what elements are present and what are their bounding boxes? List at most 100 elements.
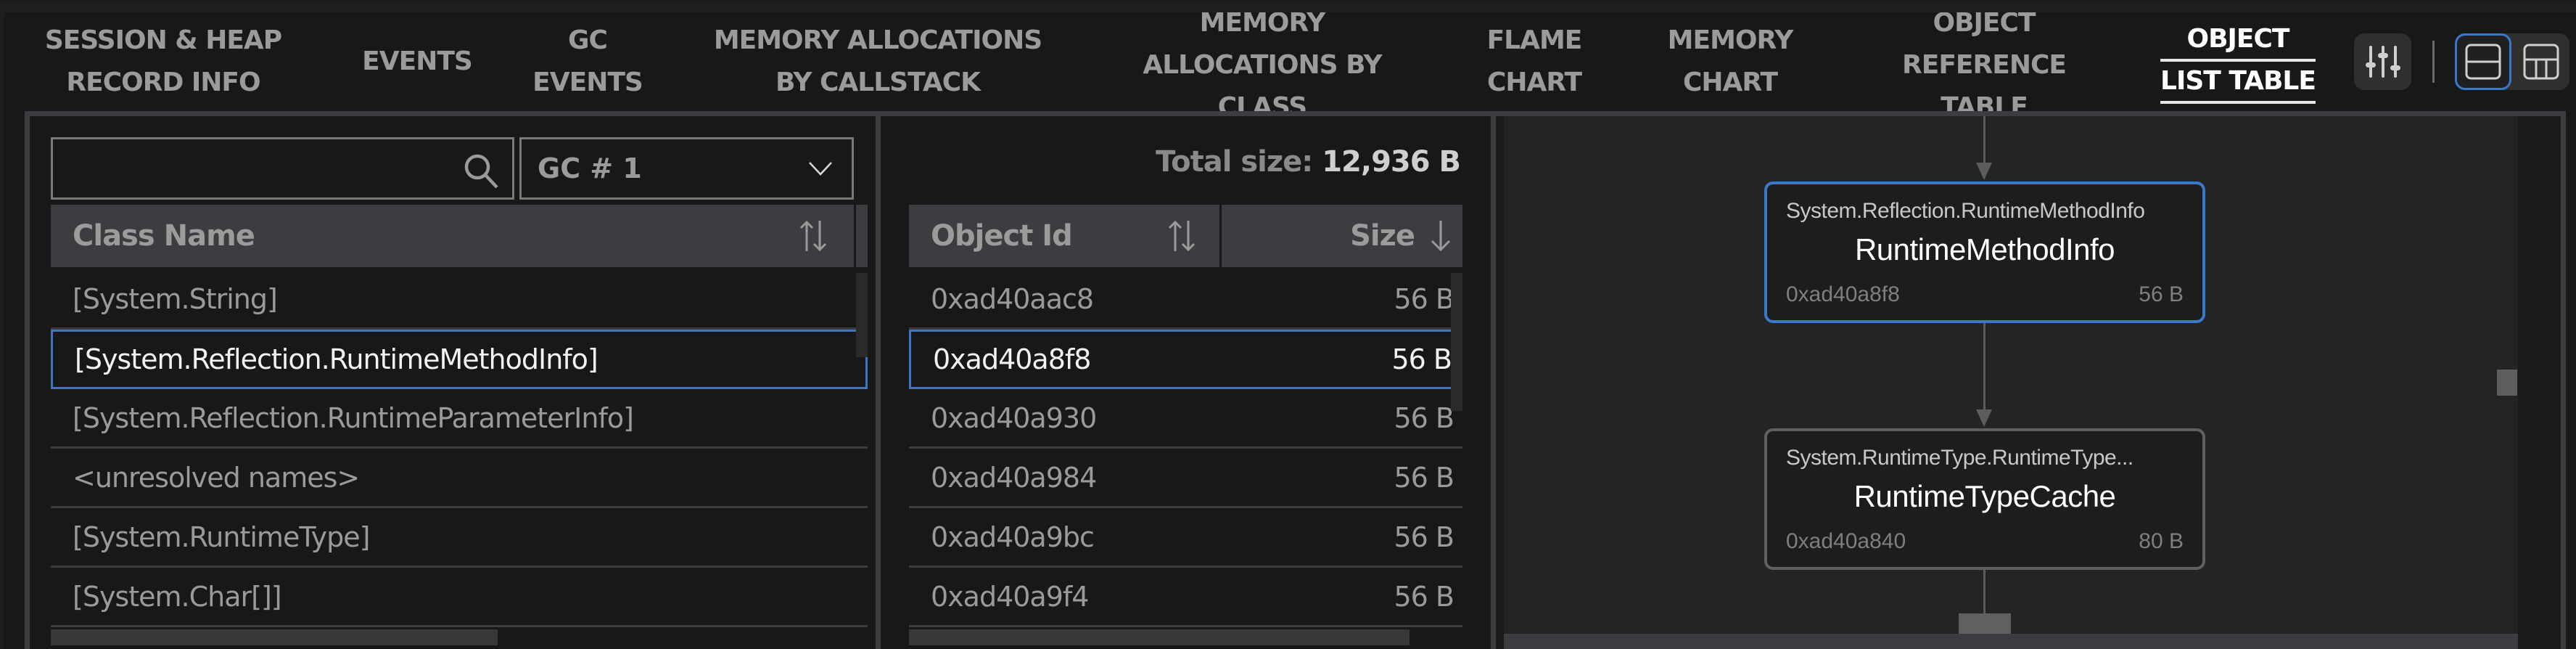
class-name-cell: [System.Reflection.RuntimeMethodInfo] — [75, 343, 598, 375]
chevron-down-icon — [809, 162, 832, 176]
toolbar-divider — [2432, 41, 2435, 83]
class-name-cell: <unresolved names> — [73, 461, 360, 494]
object-list-panel: Total size: 12,936 B Object Id Size 0xad… — [881, 116, 1491, 649]
graph-side-rail — [2518, 116, 2556, 649]
node-object-id: 0xad40a8f8 — [1786, 282, 1900, 306]
class-name-cell: [System.String] — [73, 282, 278, 315]
node-size: 56 B — [2139, 282, 2184, 306]
node-full-class-name: System.RuntimeType.RuntimeType... — [1786, 446, 2133, 470]
table-row[interactable]: [System.String] — [51, 270, 868, 330]
tab-label-line: OBJECT — [2160, 20, 2316, 62]
reference-graph-canvas[interactable]: System.Reflection.RuntimeMethodInfo Runt… — [1504, 116, 2518, 634]
tab-label-line: FLAME — [1486, 25, 1583, 55]
arrow-down-icon — [1976, 163, 1992, 180]
node-object-id: 0xad40a840 — [1786, 529, 1906, 553]
total-size-label: Total size: — [1156, 145, 1313, 179]
layout-grid-icon — [2523, 44, 2559, 80]
class-list-horizontal-scrollbar[interactable] — [51, 629, 498, 645]
graph-node[interactable]: System.RuntimeType.RuntimeType... Runtim… — [1764, 428, 2205, 570]
tab-label-line: RECORD INFO — [66, 68, 260, 97]
sort-descending-icon[interactable] — [1425, 219, 1457, 253]
object-id-cell: 0xad40a9f4 — [931, 580, 1089, 613]
tab-memory-chart[interactable]: MEMORY CHART — [1647, 12, 1814, 111]
tab-label-line: OBJECT — [1933, 12, 2036, 38]
graph-edge — [1983, 116, 1986, 164]
tab-label-line: TABLE — [1941, 92, 2028, 111]
object-id-cell: 0xad40aac8 — [931, 282, 1094, 315]
object-id-cell: 0xad40a8f8 — [933, 343, 1091, 375]
table-row[interactable]: 0xad40a984 56 B — [909, 449, 1462, 508]
object-size-cell: 56 B — [1394, 580, 1454, 613]
graph-node-selected[interactable]: System.Reflection.RuntimeMethodInfo Runt… — [1764, 181, 2205, 323]
sort-toggle-icon[interactable] — [1166, 219, 1198, 253]
layout-option-grid[interactable] — [2513, 33, 2569, 90]
tab-label-line: SESSION & HEAP — [44, 25, 282, 55]
table-row[interactable]: [System.Reflection.RuntimeParameterInfo] — [51, 389, 868, 449]
class-list-vertical-scrollbar[interactable] — [856, 273, 868, 357]
tab-label-line: CLASS — [1217, 92, 1307, 111]
column-header-size[interactable]: Size — [1222, 205, 1462, 267]
view-tabs: SESSION & HEAP RECORD INFO EVENTS GC EVENT… — [4, 12, 2347, 111]
table-row-selected[interactable]: [System.Reflection.RuntimeMethodInfo] — [51, 330, 868, 389]
node-full-class-name: System.Reflection.RuntimeMethodInfo — [1786, 199, 2145, 223]
object-reference-graph-panel: System.Reflection.RuntimeMethodInfo Runt… — [1496, 116, 2561, 649]
node-size: 80 B — [2139, 529, 2184, 553]
tab-label-line: EVENTS — [532, 68, 643, 97]
gc-select-dropdown[interactable]: GC # 1 — [519, 137, 854, 200]
tab-label-line: BY CALLSTACK — [775, 68, 981, 97]
tab-gc-events[interactable]: GC EVENTS — [511, 12, 664, 111]
arrow-down-icon — [1976, 409, 1992, 427]
table-row[interactable]: 0xad40a930 56 B — [909, 389, 1462, 449]
table-row[interactable]: [System.RuntimeType] — [51, 508, 868, 568]
column-header-object-id[interactable]: Object Id — [909, 205, 1219, 267]
layout-toggle — [2455, 33, 2569, 90]
search-icon[interactable] — [463, 152, 499, 189]
layout-two-rows-icon — [2465, 44, 2501, 80]
node-short-class-name: RuntimeMethodInfo — [1854, 232, 2115, 266]
table-row[interactable]: <unresolved names> — [51, 449, 868, 508]
gc-select-value: GC # 1 — [538, 152, 642, 184]
class-name-cell: [System.RuntimeType] — [73, 521, 370, 553]
class-name-cell: [System.Reflection.RuntimeParameterInfo] — [73, 401, 634, 434]
total-size: Total size: 12,936 B — [1156, 145, 1461, 179]
expand-references-handle[interactable] — [1959, 613, 2011, 634]
header-scroll-gap — [856, 205, 868, 267]
tab-label-line: CHART — [1486, 68, 1582, 97]
window-top-bar — [0, 3, 2576, 12]
graph-edge — [1983, 323, 1986, 410]
tab-label-line: REFERENCE — [1902, 50, 2067, 80]
sliders-icon — [2365, 46, 2400, 78]
tab-label-line: MEMORY — [1667, 25, 1794, 55]
tab-memory-allocations-by-class[interactable]: MEMORY ALLOCATIONS BY CLASS — [1106, 12, 1418, 111]
class-list-panel: GC # 1 Class Name [System.String] [Syste… — [30, 116, 876, 649]
sort-toggle-icon[interactable] — [797, 219, 829, 253]
column-header-class-name: Class Name — [73, 219, 255, 253]
class-name-cell: [System.Char[]] — [73, 580, 282, 613]
tab-object-list-table[interactable]: OBJECT LIST TABLE — [2158, 12, 2318, 111]
table-row[interactable]: [System.Char[]] — [51, 568, 868, 627]
tab-memory-allocations-by-callstack[interactable]: MEMORY ALLOCATIONS BY CALLSTACK — [693, 12, 1063, 111]
table-row[interactable]: 0xad40aac8 56 B — [909, 270, 1462, 330]
column-header-size-label: Size — [1350, 219, 1415, 253]
object-list-horizontal-scrollbar[interactable] — [909, 629, 1410, 645]
object-id-cell: 0xad40a984 — [931, 461, 1097, 494]
node-short-class-name: RuntimeTypeCache — [1853, 479, 2116, 513]
tab-flame-chart[interactable]: FLAME CHART — [1454, 12, 1614, 111]
total-size-value: 12,936 B — [1322, 145, 1461, 179]
tab-events[interactable]: EVENTS — [337, 12, 497, 111]
settings-button[interactable] — [2354, 33, 2411, 90]
object-list-vertical-scrollbar[interactable] — [1451, 273, 1462, 411]
class-search-input[interactable] — [60, 147, 455, 192]
tab-object-reference-table[interactable]: OBJECT REFERENCE TABLE — [1846, 12, 2122, 111]
layout-option-two-rows[interactable] — [2455, 33, 2511, 90]
tab-session-heap-record-info[interactable]: SESSION & HEAP RECORD INFO — [18, 12, 308, 111]
class-search-field[interactable] — [51, 137, 514, 200]
object-size-cell: 56 B — [1391, 343, 1452, 375]
object-size-cell: 56 B — [1394, 521, 1454, 553]
tab-label-line: LIST TABLE — [2160, 62, 2316, 104]
table-row-selected[interactable]: 0xad40a8f8 56 B — [909, 330, 1462, 389]
table-row[interactable]: 0xad40a9f4 56 B — [909, 568, 1462, 627]
table-row[interactable]: 0xad40a9bc 56 B — [909, 508, 1462, 568]
object-size-cell: 56 B — [1394, 401, 1454, 434]
graph-vertical-scrollbar[interactable] — [2497, 370, 2517, 396]
